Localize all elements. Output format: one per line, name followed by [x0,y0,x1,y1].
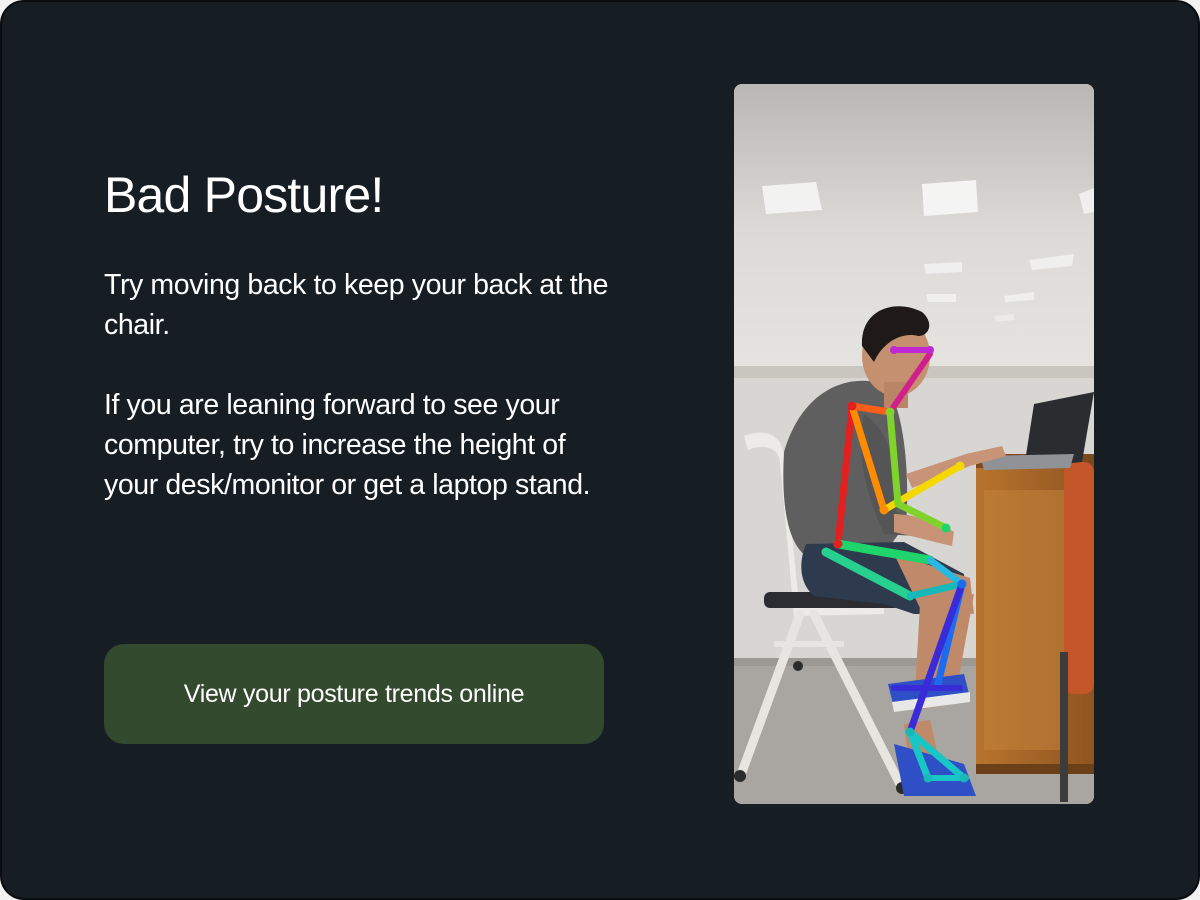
alert-title: Bad Posture! [104,167,384,223]
tip-secondary: If you are leaning forward to see your c… [104,389,591,501]
tip-primary: Try moving back to keep your back at the… [104,269,609,341]
view-trends-button[interactable]: View your posture trends online [104,644,604,744]
posture-alert-window: Bad Posture! Try moving back to keep you… [0,0,1200,900]
posture-photo [734,84,1094,804]
